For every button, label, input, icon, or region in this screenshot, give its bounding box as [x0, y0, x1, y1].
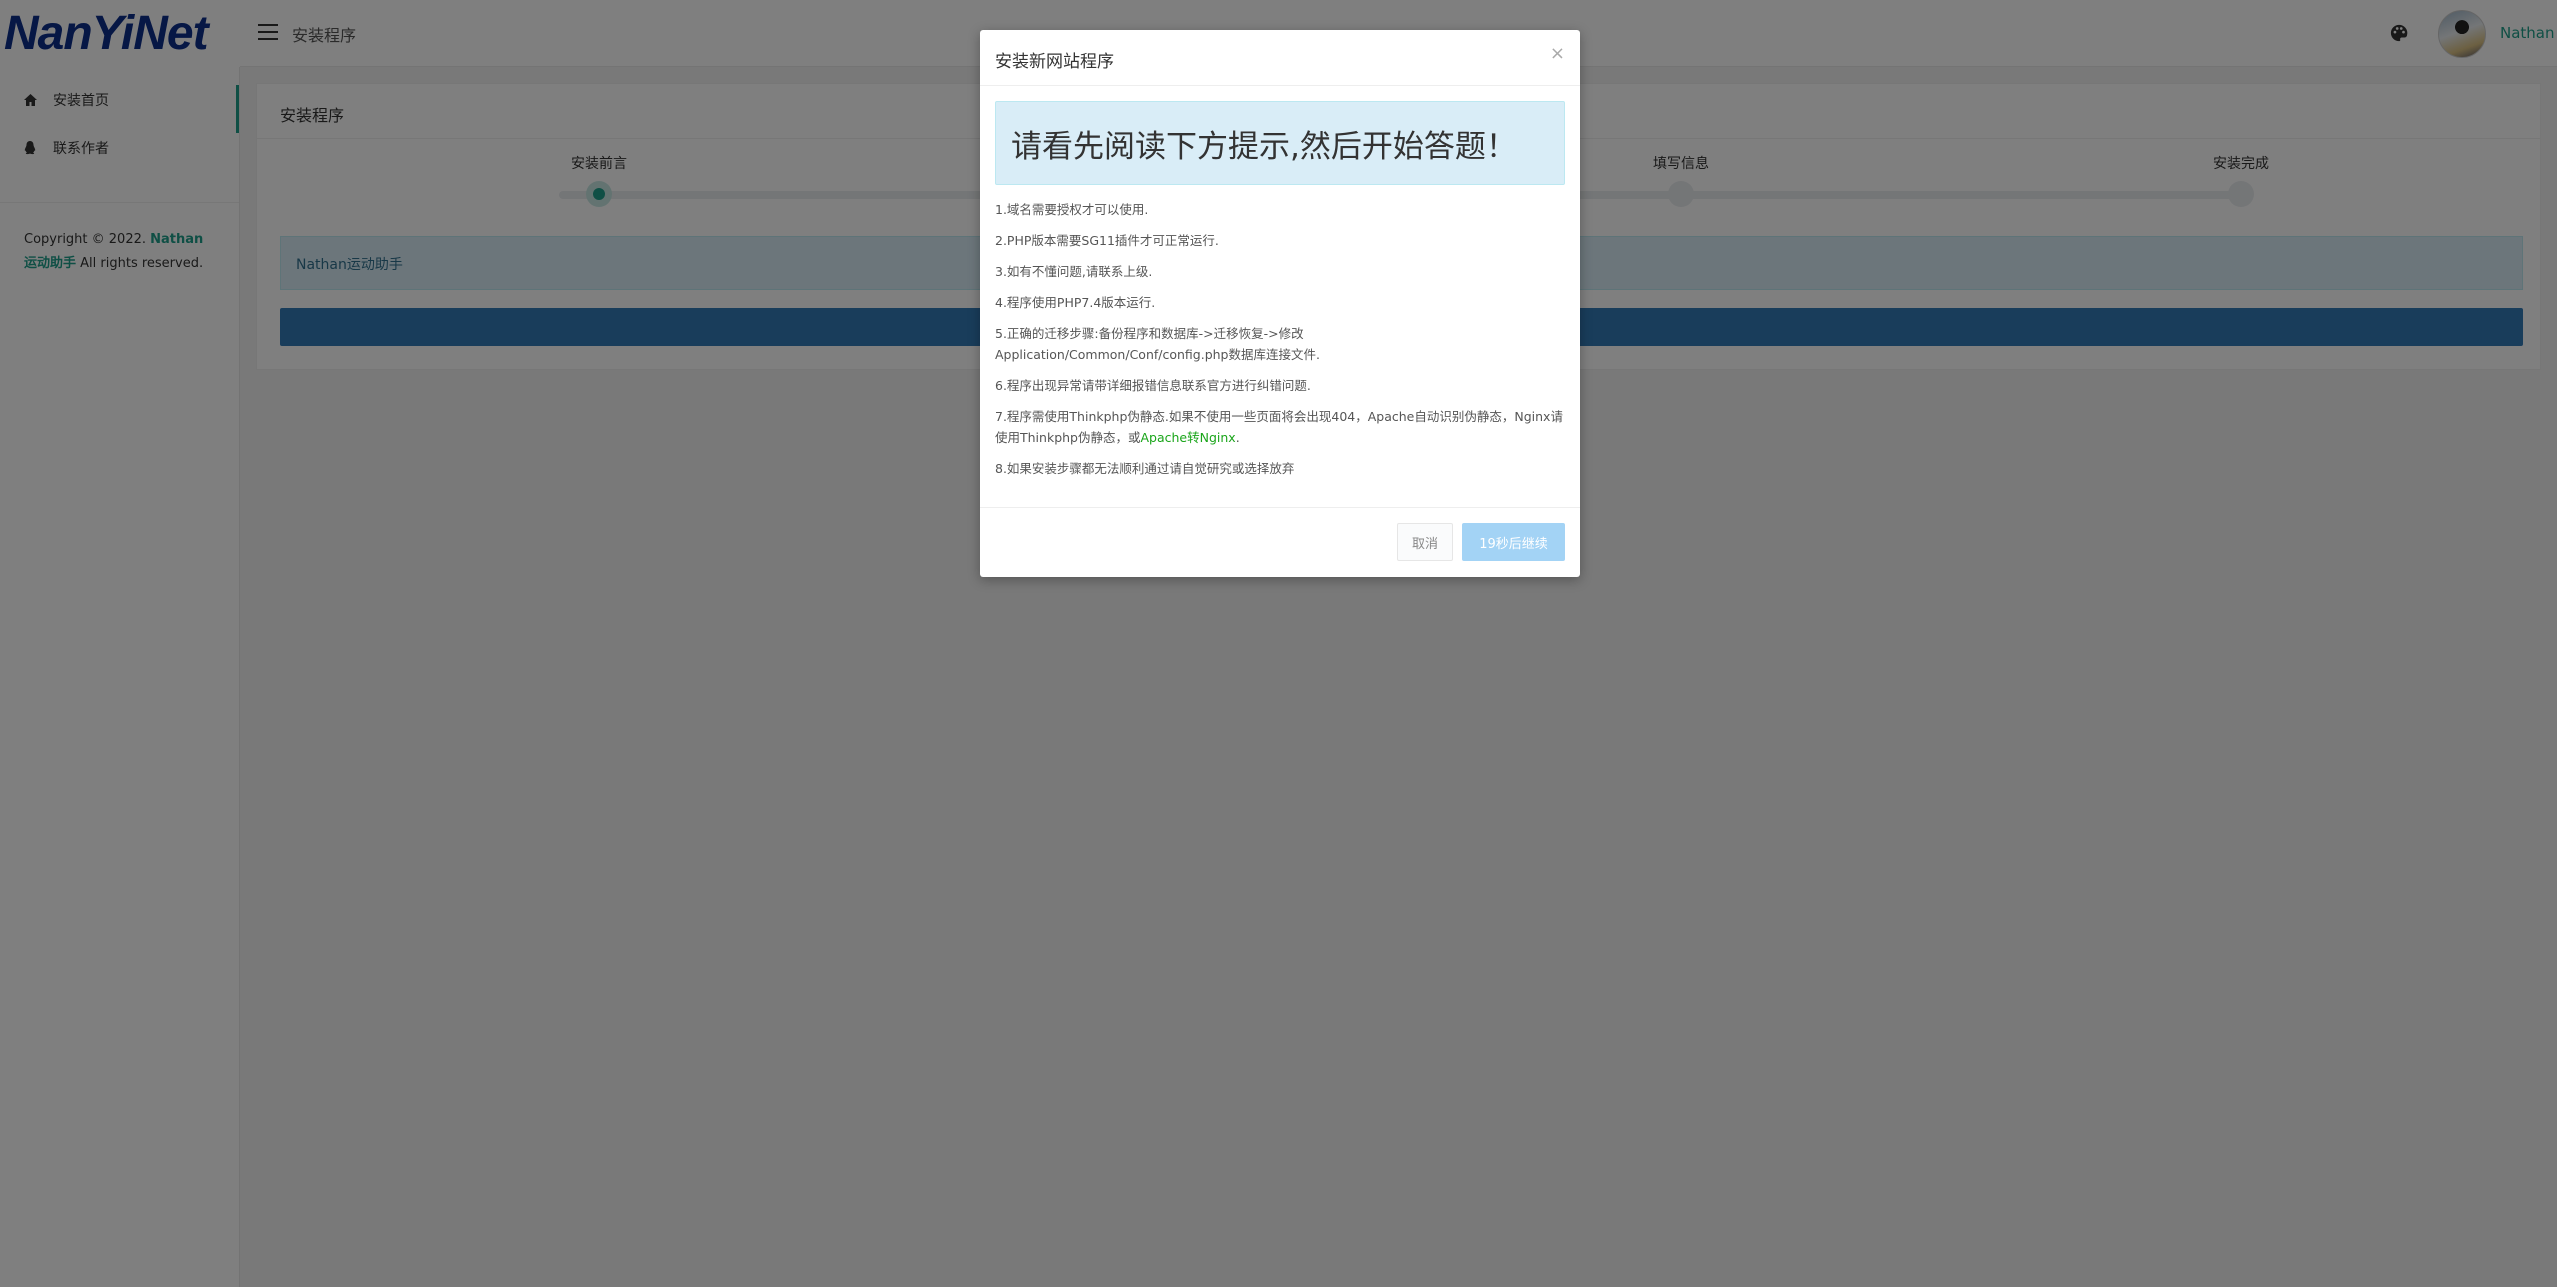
- notice-item: 1.域名需要授权才可以使用.: [995, 202, 1149, 217]
- modal-header: 安装新网站程序 ×: [980, 30, 1580, 86]
- close-icon[interactable]: ×: [1550, 44, 1565, 64]
- notice-item: 5.正确的迁移步骤:备份程序和数据库->迁移恢复->修改Application/…: [995, 326, 1320, 362]
- modal-footer: 取消 19秒后继续: [980, 507, 1580, 577]
- cancel-button[interactable]: 取消: [1397, 523, 1453, 561]
- continue-button[interactable]: 19秒后继续: [1462, 523, 1565, 561]
- notice-item: 6.程序出现异常请带详细报错信息联系官方进行纠错问题.: [995, 378, 1311, 393]
- notice-item: 2.PHP版本需要SG11插件才可正常运行.: [995, 233, 1219, 248]
- modal-alert: 请看先阅读下方提示,然后开始答题！: [995, 101, 1565, 185]
- notice-item-7: 7.程序需使用Thinkphp伪静态.如果不使用一些页面将会出现404，Apac…: [995, 409, 1563, 445]
- apache-to-nginx-link[interactable]: Apache转Nginx: [1140, 430, 1235, 445]
- modal-title: 安装新网站程序: [995, 52, 1114, 72]
- install-modal: 安装新网站程序 × 请看先阅读下方提示,然后开始答题！ 1.域名需要授权才可以使…: [980, 30, 1580, 577]
- notice-item: 4.程序使用PHP7.4版本运行.: [995, 295, 1156, 310]
- notice-item: 8.如果安装步骤都无法顺利通过请自觉研究或选择放弃: [995, 461, 1295, 476]
- modal-body: 请看先阅读下方提示,然后开始答题！ 1.域名需要授权才可以使用. 2.PHP版本…: [980, 86, 1580, 479]
- notice-item: 3.如有不懂问题,请联系上级.: [995, 264, 1153, 279]
